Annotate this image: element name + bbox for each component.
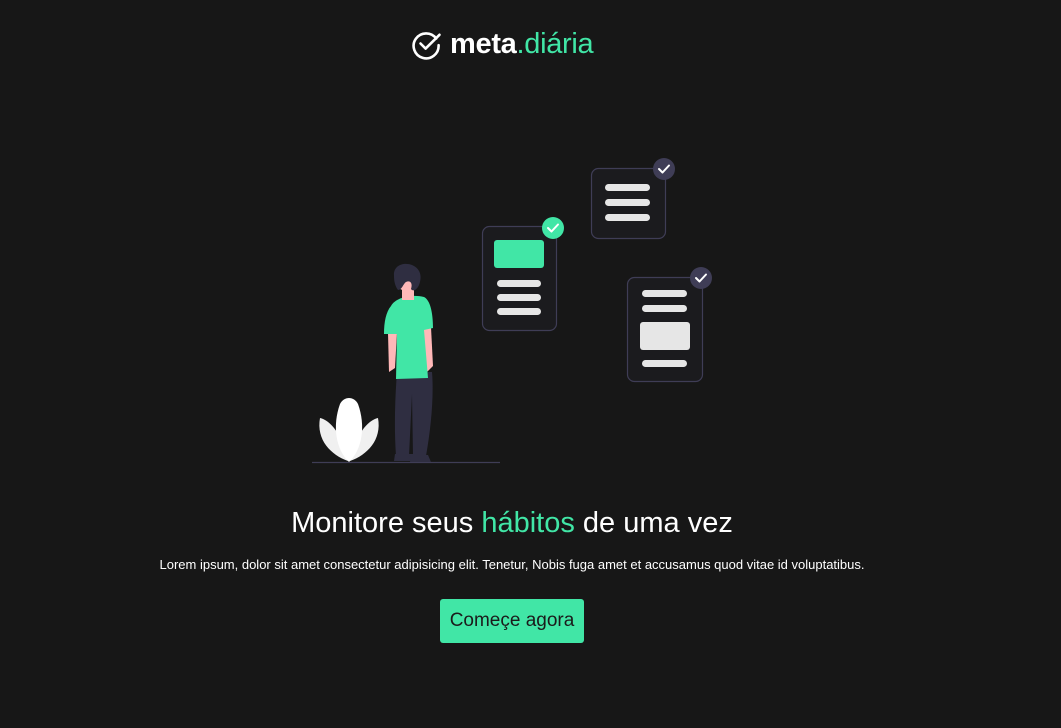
brand-name-accent: .diária bbox=[516, 28, 594, 60]
start-button[interactable]: Começe agora bbox=[440, 599, 584, 643]
check-icon bbox=[653, 158, 675, 180]
person-illustration bbox=[384, 263, 433, 462]
headline-after: de uma vez bbox=[574, 507, 733, 539]
headline-before: Monitore seus bbox=[291, 507, 482, 539]
hero-headline: Monitore seus hábitos de uma vez bbox=[0, 503, 1024, 543]
habit-card-3 bbox=[626, 267, 712, 383]
plant-illustration bbox=[319, 398, 379, 462]
habit-card-2 bbox=[590, 158, 675, 240]
brand-name-strong: meta bbox=[450, 28, 517, 60]
brand-logo[interactable]: meta.diária bbox=[411, 26, 594, 62]
check-icon bbox=[690, 267, 712, 289]
habit-card-1 bbox=[481, 217, 564, 332]
brand-name: meta.diária bbox=[450, 26, 594, 62]
headline-accent: hábitos bbox=[481, 507, 575, 539]
check-icon bbox=[542, 217, 564, 239]
hero-description: Lorem ipsum, dolor sit amet consectetur … bbox=[159, 557, 865, 572]
check-circle-icon bbox=[412, 31, 441, 60]
